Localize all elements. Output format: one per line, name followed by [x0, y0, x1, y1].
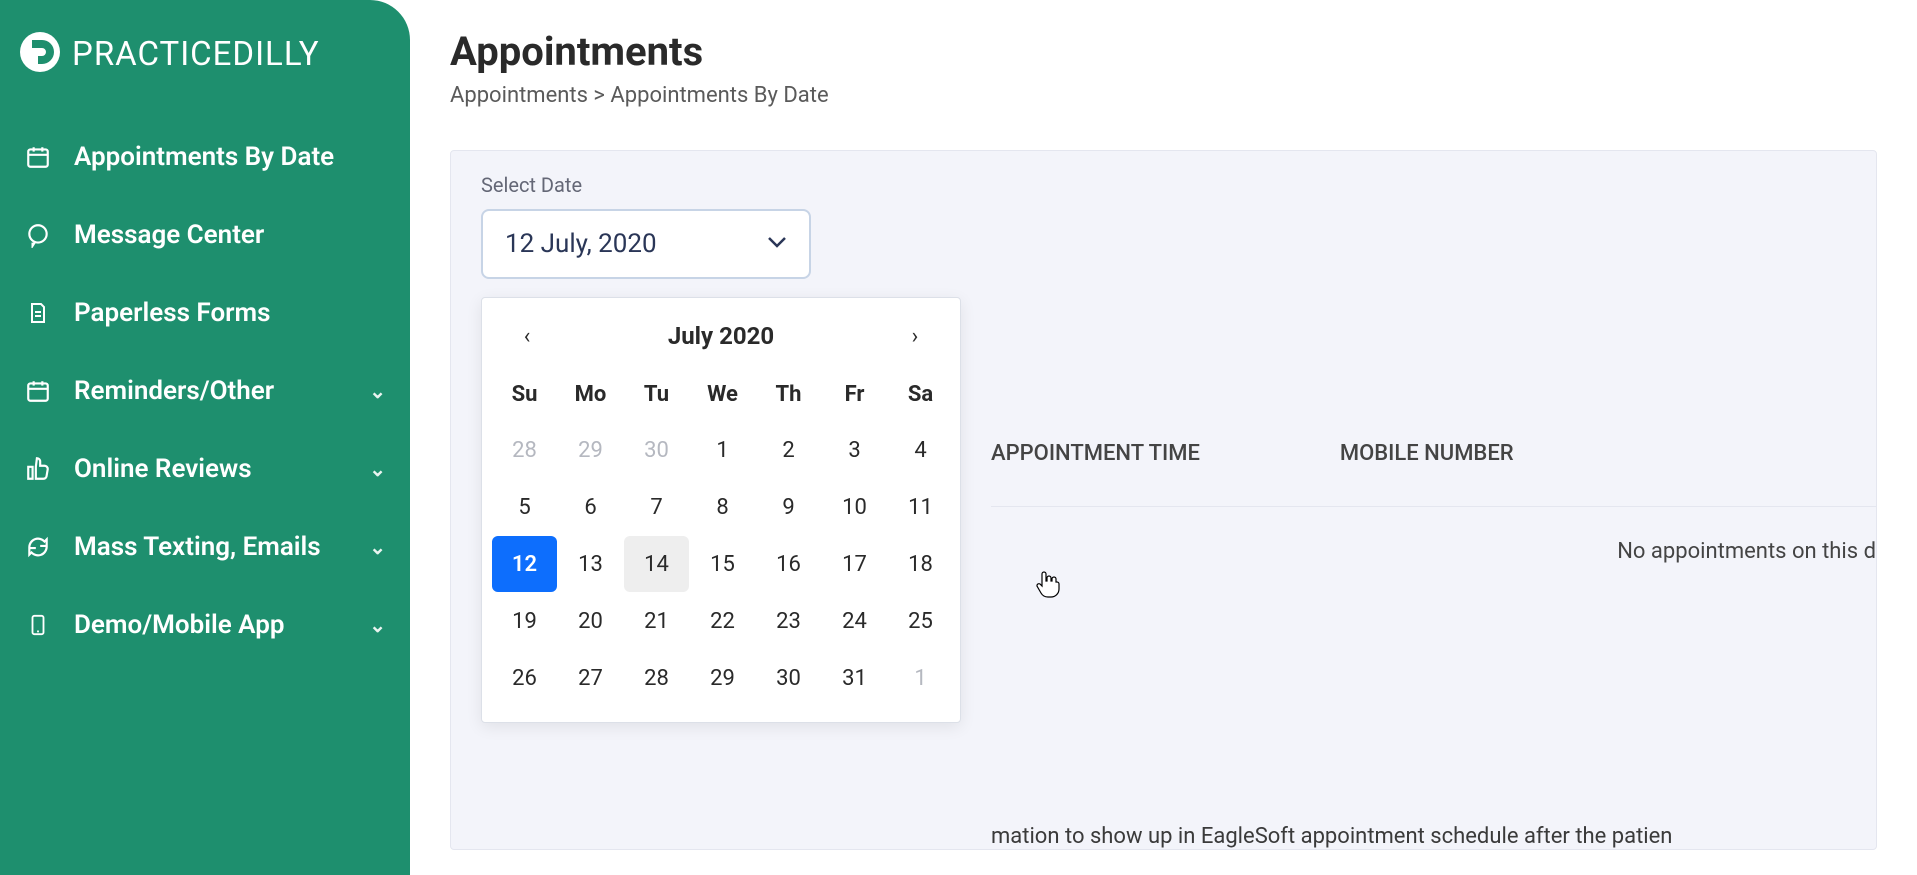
calendar-prev-month[interactable]: ‹ [512, 324, 542, 349]
calendar-day-cell[interactable]: 19 [492, 593, 557, 649]
calendar-day-cell[interactable]: 14 [624, 536, 689, 592]
calendar-day-cell[interactable]: 22 [690, 593, 755, 649]
calendar-day-cell[interactable]: 26 [492, 650, 557, 706]
calendar-day-cell[interactable]: 18 [888, 536, 953, 592]
sidebar-item-online-reviews[interactable]: Online Reviews ⌄ [0, 430, 410, 508]
date-picker-input[interactable]: 12 July, 2020 [481, 209, 811, 279]
calendar-day-cell[interactable]: 12 [492, 536, 557, 592]
calendar-day-cell[interactable]: 30 [756, 650, 821, 706]
calendar-day-cell[interactable]: 11 [888, 479, 953, 535]
sidebar-item-mass-texting-emails[interactable]: Mass Texting, Emails ⌄ [0, 508, 410, 586]
calendar-dow-cell: Sa [888, 366, 953, 422]
calendar-day-cell[interactable]: 21 [624, 593, 689, 649]
sidebar-item-label: Online Reviews [74, 454, 252, 484]
calendar-icon [24, 144, 52, 170]
appointments-table: APPOINTMENT TIME MOBILE NUMBER No appoin… [991, 441, 1876, 564]
column-header-appointment-time: APPOINTMENT TIME [991, 441, 1200, 466]
page-title: Appointments [450, 28, 1877, 75]
calendar-dow-row: SuMoTuWeThFrSa [492, 366, 950, 422]
sidebar-item-label: Message Center [74, 220, 264, 250]
brand-mark-icon [18, 30, 62, 78]
refresh-icon [24, 534, 52, 560]
calendar-day-cell[interactable]: 8 [690, 479, 755, 535]
calendar-dow-cell: Th [756, 366, 821, 422]
chevron-down-icon: ⌄ [369, 613, 386, 637]
calendar-day-cell[interactable]: 4 [888, 422, 953, 478]
brand-logo: PRACTICEDILLY [0, 20, 410, 118]
brand-name: PRACTICEDILLY [72, 35, 320, 74]
calendar-day-cell[interactable]: 25 [888, 593, 953, 649]
content-panel: Select Date 12 July, 2020 ‹ July 2020 › … [450, 150, 1877, 850]
calendar-dow-cell: Su [492, 366, 557, 422]
date-value: 12 July, 2020 [505, 229, 657, 259]
calendar-dow-cell: Mo [558, 366, 623, 422]
calendar-day-cell[interactable]: 2 [756, 422, 821, 478]
calendar-popup: ‹ July 2020 › SuMoTuWeThFrSa 28293012345… [481, 297, 961, 723]
chevron-down-icon: ⌄ [369, 535, 386, 559]
sidebar: PRACTICEDILLY Appointments By Date Messa… [0, 0, 410, 875]
info-hint-text: mation to show up in EagleSoft appointme… [991, 824, 1876, 849]
breadcrumb: Appointments > Appointments By Date [450, 83, 1877, 108]
no-appointments-message: No appointments on this d [1617, 539, 1876, 564]
calendar-day-grid: 2829301234567891011121314151617181920212… [492, 422, 950, 706]
calendar-day-cell[interactable]: 30 [624, 422, 689, 478]
sidebar-item-label: Appointments By Date [74, 142, 334, 172]
calendar-day-cell[interactable]: 3 [822, 422, 887, 478]
calendar-dow-cell: We [690, 366, 755, 422]
sidebar-item-label: Paperless Forms [74, 298, 270, 328]
calendar-dow-cell: Fr [822, 366, 887, 422]
calendar-day-cell[interactable]: 28 [624, 650, 689, 706]
sidebar-item-paperless-forms[interactable]: Paperless Forms [0, 274, 410, 352]
thumbs-up-icon [24, 456, 52, 482]
calendar-day-cell[interactable]: 7 [624, 479, 689, 535]
chevron-down-icon [767, 234, 787, 255]
calendar-day-cell[interactable]: 24 [822, 593, 887, 649]
sidebar-item-appointments-by-date[interactable]: Appointments By Date [0, 118, 410, 196]
calendar-day-cell[interactable]: 27 [558, 650, 623, 706]
calendar-day-cell[interactable]: 1 [690, 422, 755, 478]
column-header-mobile-number: MOBILE NUMBER [1340, 441, 1514, 466]
calendar-day-cell[interactable]: 16 [756, 536, 821, 592]
calendar-day-cell[interactable]: 9 [756, 479, 821, 535]
calendar-day-cell[interactable]: 5 [492, 479, 557, 535]
calendar-day-cell[interactable]: 29 [558, 422, 623, 478]
calendar-day-cell[interactable]: 23 [756, 593, 821, 649]
calendar-day-cell[interactable]: 28 [492, 422, 557, 478]
calendar-day-cell[interactable]: 1 [888, 650, 953, 706]
select-date-label: Select Date [481, 173, 1846, 197]
bell-icon [24, 378, 52, 404]
calendar-day-cell[interactable]: 17 [822, 536, 887, 592]
calendar-dow-cell: Tu [624, 366, 689, 422]
sidebar-item-label: Mass Texting, Emails [74, 532, 321, 562]
chevron-down-icon: ⌄ [369, 379, 386, 403]
calendar-day-cell[interactable]: 20 [558, 593, 623, 649]
sidebar-item-label: Reminders/Other [74, 376, 274, 406]
phone-icon [24, 611, 52, 639]
sidebar-item-label: Demo/Mobile App [74, 610, 284, 640]
chat-icon [24, 222, 52, 248]
main-content: Appointments Appointments > Appointments… [410, 0, 1917, 875]
sidebar-item-message-center[interactable]: Message Center [0, 196, 410, 274]
calendar-next-month[interactable]: › [900, 324, 930, 349]
calendar-day-cell[interactable]: 6 [558, 479, 623, 535]
document-icon [24, 300, 52, 326]
sidebar-item-demo-mobile-app[interactable]: Demo/Mobile App ⌄ [0, 586, 410, 664]
chevron-down-icon: ⌄ [369, 457, 386, 481]
calendar-day-cell[interactable]: 31 [822, 650, 887, 706]
sidebar-item-reminders-other[interactable]: Reminders/Other ⌄ [0, 352, 410, 430]
calendar-day-cell[interactable]: 13 [558, 536, 623, 592]
calendar-day-cell[interactable]: 29 [690, 650, 755, 706]
calendar-day-cell[interactable]: 10 [822, 479, 887, 535]
calendar-month-title[interactable]: July 2020 [668, 322, 774, 350]
calendar-day-cell[interactable]: 15 [690, 536, 755, 592]
